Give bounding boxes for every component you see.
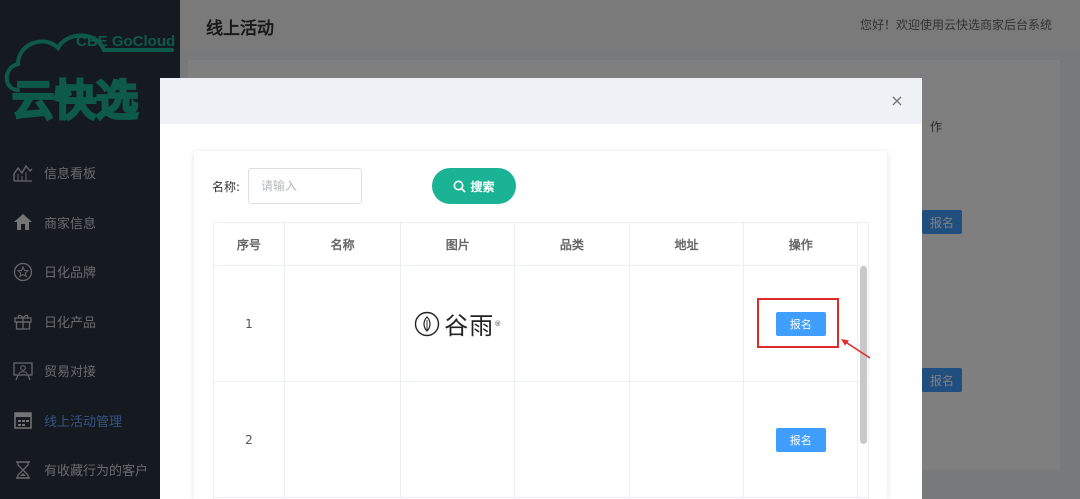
activity-table: 序号 名称 图片 品类 地址 操作 1 谷雨 ® 报名 2 报名 [213, 222, 869, 499]
column-header: 操作 [744, 223, 859, 265]
highlight-annotation-box [757, 298, 839, 348]
signup-button[interactable]: 报名 [775, 427, 826, 452]
column-header: 品类 [515, 223, 630, 265]
search-row: 名称: [212, 168, 363, 204]
search-input[interactable] [248, 168, 363, 204]
dialog-header: × [160, 78, 922, 124]
guyu-logo: 谷雨 ® [414, 306, 501, 341]
guyu-logo-text: 谷雨 [444, 312, 495, 340]
row-address [630, 266, 745, 381]
row-address [630, 382, 745, 497]
search-button-label: 搜索 [470, 179, 495, 194]
row-index: 1 [214, 266, 285, 381]
leaf-circle-icon [415, 311, 440, 336]
table-header: 序号 名称 图片 品类 地址 操作 [214, 223, 868, 266]
row-index: 2 [214, 382, 285, 497]
row-category [515, 382, 630, 497]
column-header: 图片 [401, 223, 516, 265]
table-row: 2 报名 [214, 382, 868, 498]
row-action: 报名 [744, 382, 859, 497]
activity-dialog: × 名称: 搜索 序号 名称 图片 品类 地址 操作 1 [160, 78, 922, 499]
column-header-gutter [858, 223, 868, 265]
row-name [285, 266, 402, 381]
search-button[interactable]: 搜索 [432, 168, 516, 204]
search-label: 名称: [212, 179, 241, 194]
row-image [401, 382, 516, 497]
registered-mark: ® [494, 319, 502, 328]
column-header: 名称 [285, 223, 402, 265]
row-category [515, 266, 630, 381]
column-header: 地址 [630, 223, 745, 265]
search-icon [453, 180, 467, 193]
column-header: 序号 [214, 223, 285, 265]
row-name [285, 382, 402, 497]
close-icon[interactable]: × [888, 92, 906, 110]
row-image: 谷雨 ® [401, 266, 516, 381]
annotation-arrow-icon [841, 339, 871, 359]
